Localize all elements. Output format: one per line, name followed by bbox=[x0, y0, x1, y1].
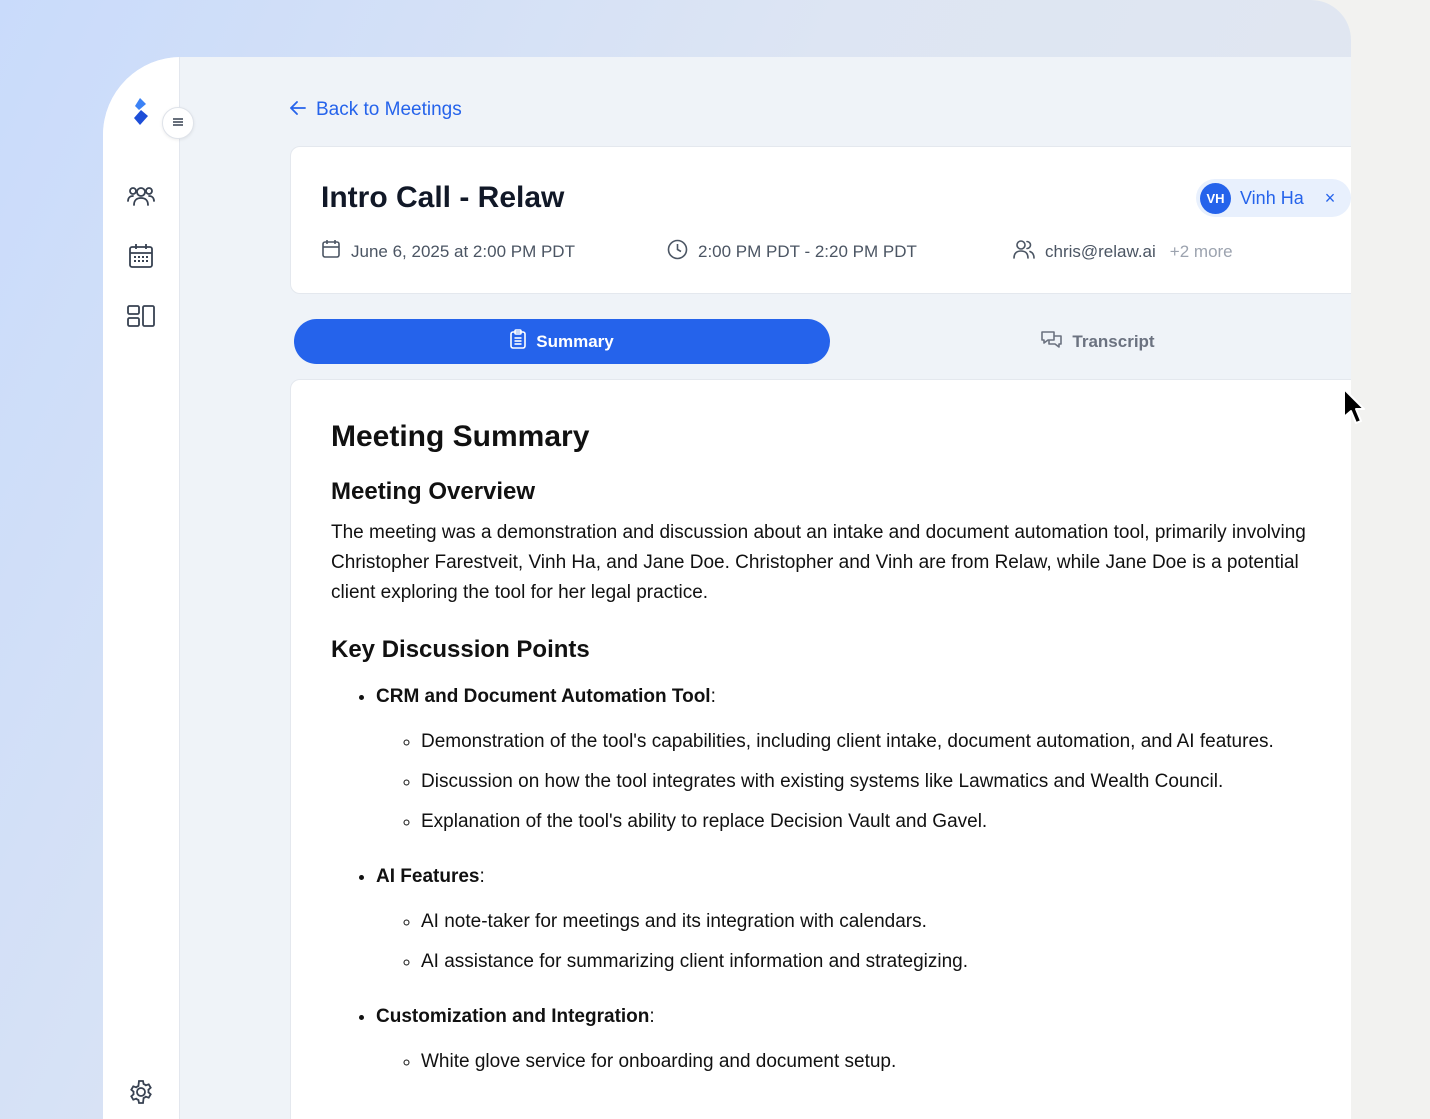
overview-text: The meeting was a demonstration and disc… bbox=[331, 522, 1306, 603]
main-content: Back to Meetings Intro Call - Relaw VH V… bbox=[179, 57, 1351, 1119]
relaw-logo-icon[interactable] bbox=[131, 97, 151, 131]
summary-panel: Meeting Summary Meeting Overview The mee… bbox=[290, 379, 1351, 1119]
clock-icon bbox=[667, 239, 688, 265]
point-title: Customization and Integration bbox=[376, 1006, 650, 1027]
settings-icon[interactable] bbox=[126, 1077, 156, 1107]
list-item: CRM and Document Automation Tool: Demons… bbox=[376, 682, 1331, 837]
clipboard-icon bbox=[510, 329, 527, 354]
list-item: Customization and Integration: White glo… bbox=[376, 1002, 1331, 1077]
list-item: AI note-taker for meetings and its integ… bbox=[421, 907, 1331, 937]
calendar-icon[interactable] bbox=[126, 241, 156, 271]
back-to-meetings-link[interactable]: Back to Meetings bbox=[289, 99, 462, 121]
tab-transcript[interactable]: Transcript bbox=[830, 319, 1351, 364]
attendee-email: chris@relaw.ai bbox=[1045, 241, 1156, 261]
meeting-title: Intro Call - Relaw bbox=[321, 181, 565, 214]
discussion-points-list: CRM and Document Automation Tool: Demons… bbox=[331, 682, 1331, 1077]
tab-summary-label: Summary bbox=[536, 331, 614, 351]
dashboard-icon[interactable] bbox=[126, 301, 156, 331]
tab-summary[interactable]: Summary bbox=[294, 319, 830, 364]
sub-list: Demonstration of the tool's capabilities… bbox=[376, 727, 1331, 837]
owner-chip[interactable]: VH Vinh Ha × bbox=[1196, 179, 1351, 217]
sub-list: AI note-taker for meetings and its integ… bbox=[376, 907, 1331, 977]
menu-icon bbox=[172, 114, 184, 132]
sidebar-toggle-button[interactable] bbox=[162, 107, 194, 139]
meeting-attendees[interactable]: chris@relaw.ai +2 more bbox=[1013, 239, 1233, 264]
list-item: AI assistance for summarizing client inf… bbox=[421, 947, 1331, 977]
users-icon[interactable] bbox=[126, 181, 156, 211]
chat-icon bbox=[1041, 330, 1063, 354]
back-link-label: Back to Meetings bbox=[316, 99, 462, 120]
summary-content: Meeting Summary Meeting Overview The mee… bbox=[331, 420, 1331, 1102]
arrow-left-icon bbox=[289, 99, 306, 121]
avatar: VH bbox=[1200, 182, 1231, 214]
sub-list: White glove service for onboarding and d… bbox=[376, 1047, 1331, 1077]
point-title: AI Features bbox=[376, 866, 480, 887]
list-item: Demonstration of the tool's capabilities… bbox=[421, 727, 1331, 757]
summary-heading: Meeting Summary bbox=[331, 420, 590, 453]
sidebar bbox=[103, 57, 180, 1119]
meeting-header-card: Intro Call - Relaw VH Vinh Ha × June 6, … bbox=[290, 146, 1351, 294]
meeting-time-text: 2:00 PM PDT - 2:20 PM PDT bbox=[698, 242, 917, 261]
overview-heading: Meeting Overview bbox=[331, 478, 536, 505]
points-heading: Key Discussion Points bbox=[331, 636, 590, 663]
users-icon bbox=[1013, 239, 1035, 264]
list-item: White glove service for onboarding and d… bbox=[421, 1047, 1331, 1077]
tab-transcript-label: Transcript bbox=[1072, 331, 1155, 351]
attendee-more[interactable]: +2 more bbox=[1170, 242, 1233, 262]
view-tabs: Summary Transcript bbox=[294, 319, 1351, 364]
list-item: Explanation of the tool's ability to rep… bbox=[421, 807, 1331, 837]
meeting-date: June 6, 2025 at 2:00 PM PDT bbox=[321, 239, 575, 264]
list-item: Discussion on how the tool integrates wi… bbox=[421, 767, 1331, 797]
app-window: Back to Meetings Intro Call - Relaw VH V… bbox=[103, 57, 1351, 1119]
close-icon[interactable]: × bbox=[1325, 188, 1336, 209]
owner-name: Vinh Ha bbox=[1240, 187, 1304, 208]
point-title: CRM and Document Automation Tool bbox=[376, 686, 711, 707]
meeting-time: 2:00 PM PDT - 2:20 PM PDT bbox=[667, 239, 917, 265]
meeting-date-text: June 6, 2025 at 2:00 PM PDT bbox=[351, 241, 575, 261]
list-item: AI Features: AI note-taker for meetings … bbox=[376, 862, 1331, 977]
calendar-icon bbox=[321, 239, 341, 264]
cursor-icon bbox=[1342, 387, 1366, 425]
